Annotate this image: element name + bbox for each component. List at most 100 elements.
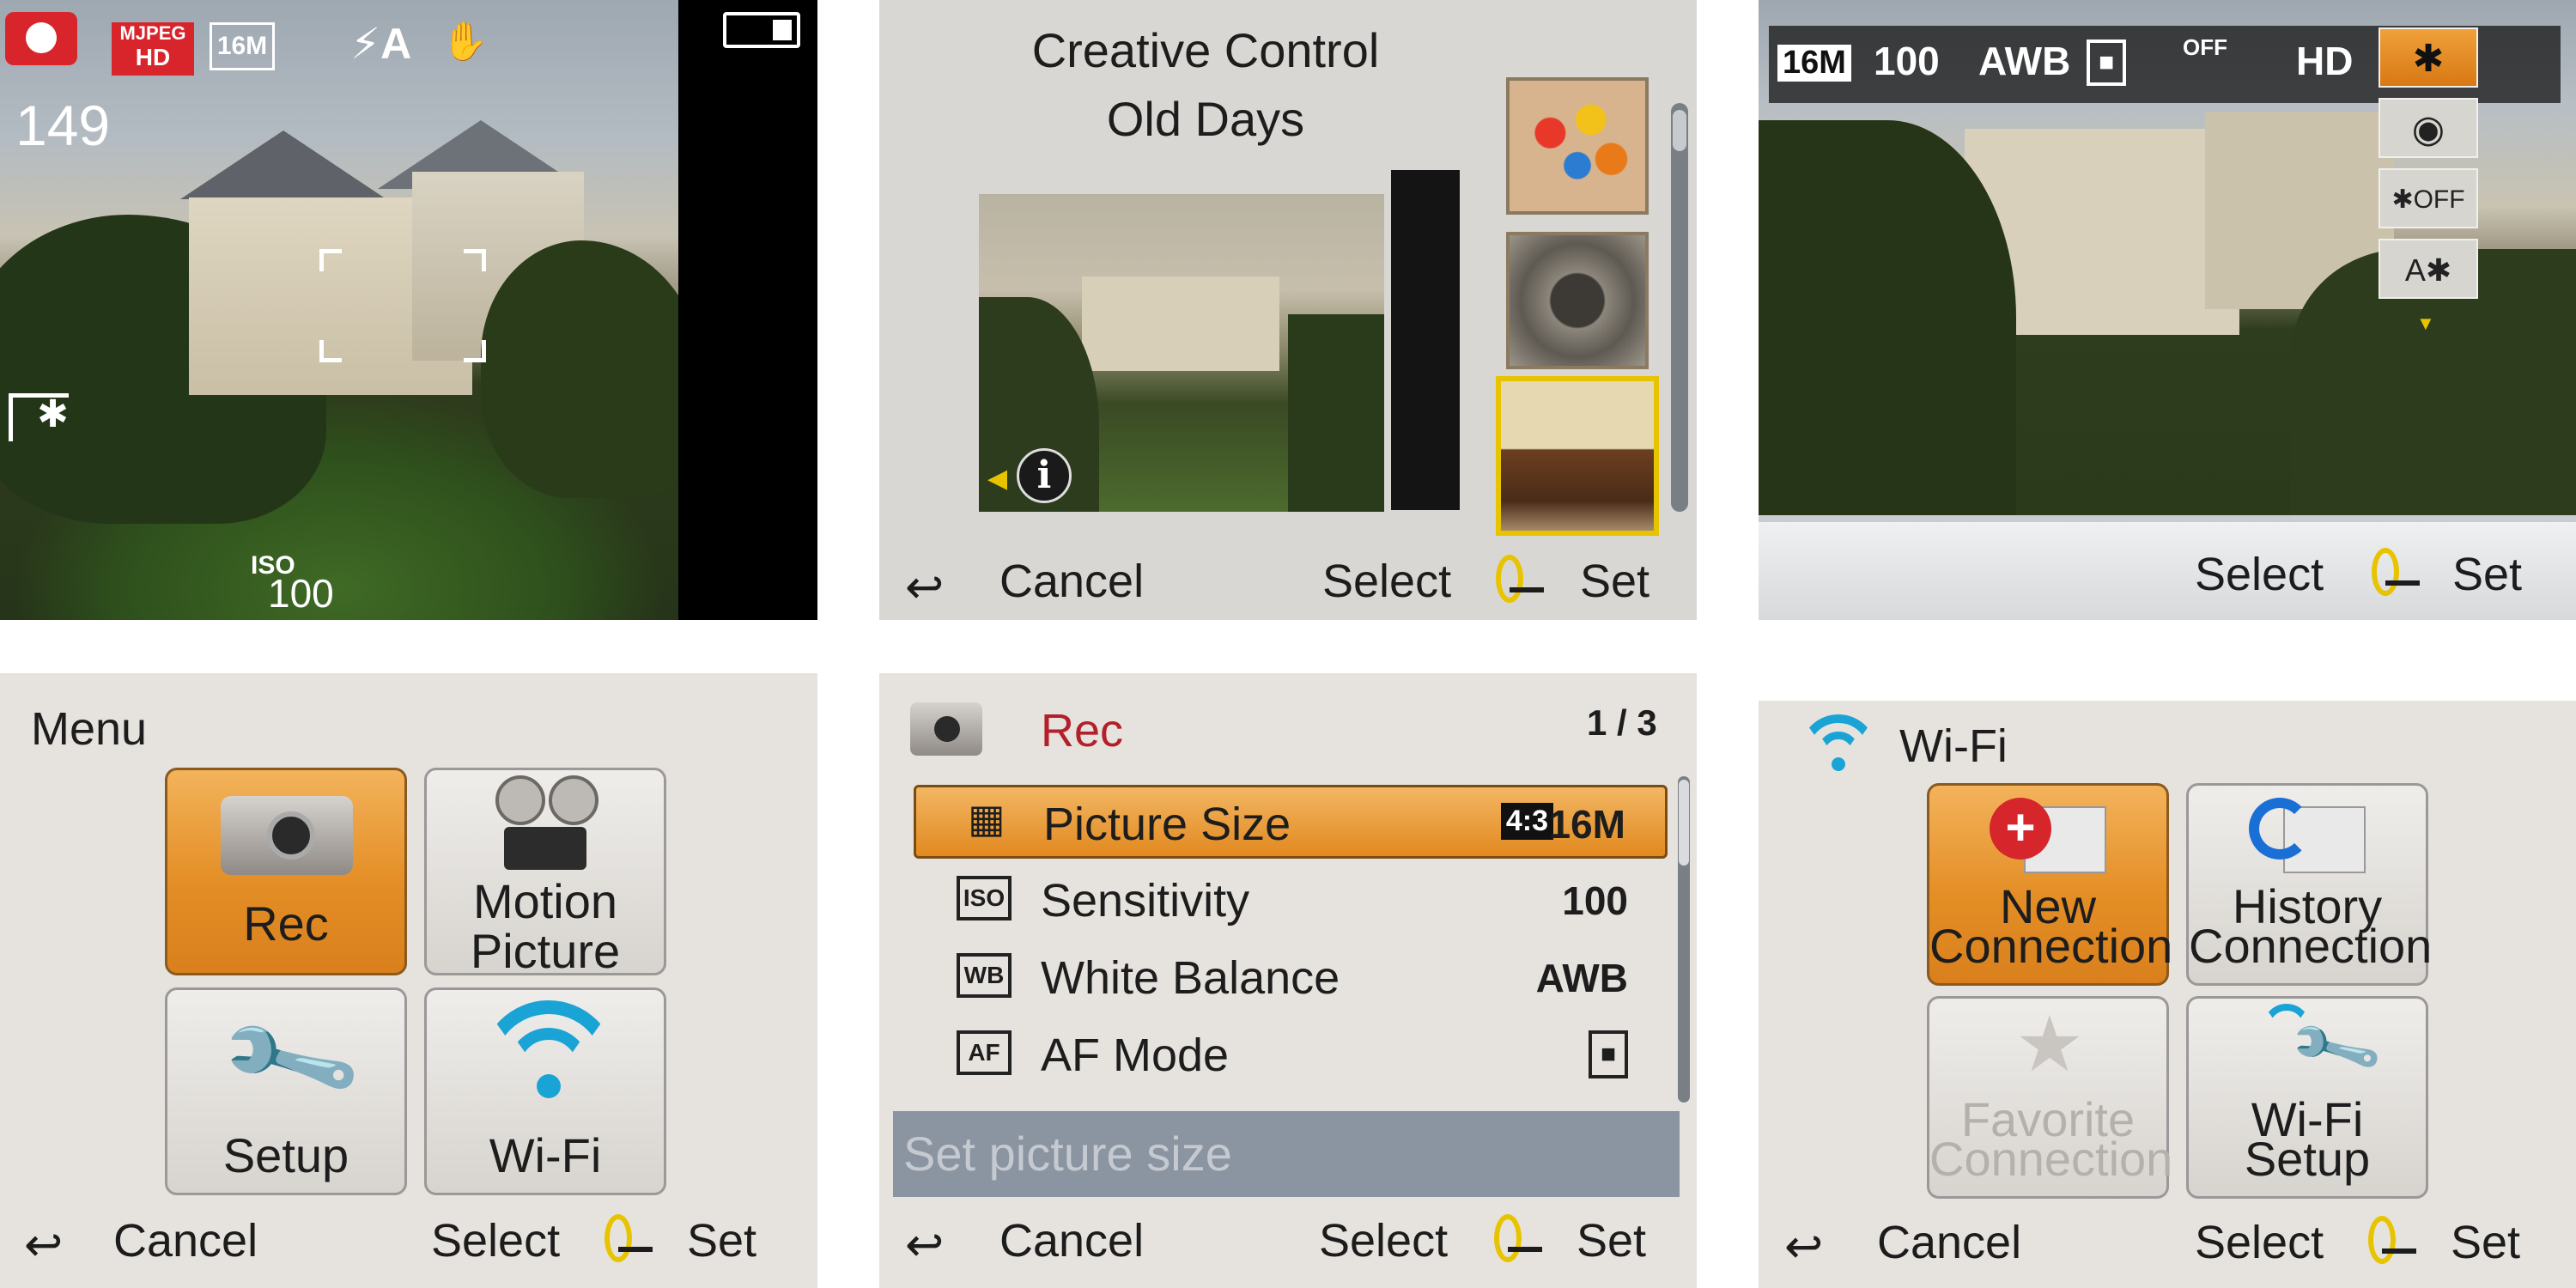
quick-item-burst[interactable]: OFF	[2183, 34, 2227, 61]
exposure-off-option[interactable]: ✱OFF	[2379, 168, 2478, 228]
info-icon[interactable]: i	[1017, 448, 1072, 503]
face-detect-option[interactable]: ◉	[2379, 98, 2478, 158]
scrollbar[interactable]	[1678, 776, 1690, 1103]
menu-row-picture-size[interactable]: ▦ Picture Size 4:3 16M	[914, 785, 1668, 859]
left-arrow-icon[interactable]: ◀	[987, 464, 1007, 494]
exposure-option-active[interactable]: ✱	[2379, 27, 2478, 88]
wifi-setup-tile[interactable]: 🔧 Wi-Fi Setup	[2186, 996, 2428, 1199]
menu-row-white-balance[interactable]: WB White Balance AWB	[914, 941, 1668, 1015]
effect-thumbnail[interactable]	[1506, 232, 1649, 369]
battery-icon	[723, 12, 800, 48]
quick-menu-panel: 16M 100 AWB ■ OFF HD ✱ ◉ ✱OFF A✱ ▼ Selec…	[1759, 0, 2576, 620]
quick-item-white-balance[interactable]: AWB	[1978, 38, 2070, 84]
footer-bar: Select Set	[1759, 515, 2576, 620]
shots-remaining: 149	[15, 94, 111, 157]
footer-bar: ↩ Cancel Select Set	[879, 543, 1697, 620]
aspect-ratio-badge: 4:3	[1500, 803, 1553, 840]
menu-row-af-mode[interactable]: AF AF Mode ■	[914, 1018, 1668, 1092]
set-button[interactable]: Set	[2451, 1216, 2520, 1269]
row-label: AF Mode	[1041, 1030, 1230, 1081]
quick-item-iso[interactable]: 100	[1874, 38, 1940, 84]
motion-picture-tile[interactable]: Motion Picture	[424, 768, 666, 978]
row-value: AWB	[1535, 956, 1628, 1000]
quick-item-af-mode[interactable]: ■	[2087, 39, 2127, 86]
flash-auto-icon: ⚡A	[350, 20, 412, 68]
intelligent-exposure-icon: ✱	[9, 393, 69, 441]
new-connection-tile[interactable]: + New Connection	[1927, 783, 2172, 986]
wifi-icon	[1800, 714, 1877, 783]
back-icon[interactable]: ↩	[905, 560, 944, 614]
menu-row-sensitivity[interactable]: ISO Sensitivity 100	[914, 864, 1668, 938]
setup-label: Setup	[222, 1128, 349, 1182]
effect-thumbnail-selected[interactable]	[1496, 376, 1659, 536]
cancel-button[interactable]: Cancel	[1877, 1216, 2021, 1269]
af-frame-corner	[464, 340, 486, 362]
history-connection-tile[interactable]: History Connection	[2186, 783, 2433, 986]
down-arrow-icon: ▼	[2416, 313, 2435, 334]
menu-title: Wi-Fi	[1899, 720, 2008, 772]
camera-icon	[221, 796, 353, 875]
set-button[interactable]: Set	[1580, 555, 1649, 608]
select-label: Select	[1319, 1215, 1449, 1267]
back-icon[interactable]: ↩	[905, 1218, 944, 1272]
back-icon[interactable]: ↩	[1784, 1219, 1823, 1273]
af-mode-icon: AF	[957, 1030, 1012, 1075]
af-frame-corner	[464, 249, 486, 271]
main-menu-panel: Menu Rec Motion Picture 🔧 Setup Wi-Fi ↩ …	[0, 673, 817, 1288]
row-label: White Balance	[1041, 952, 1340, 1004]
motion-picture-label: Motion Picture	[470, 874, 621, 978]
wrench-icon: 🔧	[212, 985, 368, 1137]
row-label: Sensitivity	[1041, 875, 1250, 927]
favorite-connection-tile: ★ Favorite Connection	[1927, 996, 2172, 1199]
footer-bar: ↩ Cancel Select Set	[879, 1202, 1697, 1288]
select-label: Select	[1322, 556, 1452, 607]
dpad-icon	[1475, 555, 1544, 606]
iso-icon: ISO	[957, 876, 1012, 920]
star-icon: ★	[2014, 1002, 2085, 1088]
set-button[interactable]: Set	[1577, 1214, 1646, 1267]
live-view-panel: MJPEG HD 16M ⚡A ✋ 149 ✱ ISO 100	[0, 0, 817, 620]
picture-size-icon: ▦	[968, 796, 1005, 841]
lcd-black-band	[678, 0, 817, 620]
roof	[180, 131, 386, 199]
screen-title: Creative Control	[1031, 23, 1380, 77]
select-label: Select	[2195, 549, 2324, 600]
exposure-auto-option[interactable]: A✱	[2379, 239, 2478, 299]
page-indicator: 1 / 3	[1587, 702, 1657, 743]
set-button[interactable]: Set	[2452, 548, 2522, 601]
rec-menu-panel: Rec 1 / 3 ▦ Picture Size 4:3 16M ISO Sen…	[879, 673, 1697, 1288]
row-value: 16M	[1548, 802, 1625, 847]
rec-tile[interactable]: Rec	[165, 768, 407, 975]
tile-label: History Connection	[2189, 879, 2433, 973]
add-connection-icon: +	[1990, 798, 2110, 880]
dpad-icon	[2351, 548, 2420, 599]
wifi-icon	[480, 1000, 617, 1112]
hedge	[481, 240, 704, 498]
history-icon	[2249, 798, 2369, 880]
row-label: Picture Size	[1043, 799, 1291, 850]
camera-mode-icon	[5, 12, 77, 65]
dpad-icon	[584, 1214, 653, 1266]
af-frame-corner	[319, 249, 342, 271]
cancel-button[interactable]: Cancel	[113, 1214, 258, 1267]
picture-size-icon: 16M	[210, 22, 275, 70]
wifi-label: Wi-Fi	[489, 1128, 602, 1182]
cancel-button[interactable]: Cancel	[999, 555, 1144, 608]
set-button[interactable]: Set	[687, 1214, 756, 1267]
setup-tile[interactable]: 🔧 Setup	[165, 986, 407, 1195]
effect-thumbnail[interactable]	[1506, 77, 1649, 215]
white-balance-icon: WB	[957, 953, 1012, 998]
iso-value: 100	[268, 571, 334, 616]
quick-item-video-quality[interactable]: HD	[2296, 38, 2353, 84]
scrollbar[interactable]	[1671, 103, 1688, 512]
af-frame-corner	[319, 340, 342, 362]
creative-control-panel: Creative Control Old Days i ◀ ↩ Cancel S…	[879, 0, 1697, 620]
select-label: Select	[2195, 1217, 2324, 1268]
dpad-icon	[1473, 1214, 1542, 1266]
wifi-tile[interactable]: Wi-Fi	[424, 987, 666, 1195]
menu-title: Rec	[1041, 705, 1124, 756]
cancel-button[interactable]: Cancel	[999, 1214, 1144, 1267]
quick-item-picture-size[interactable]: 16M	[1777, 45, 1851, 82]
movie-camera-icon	[487, 775, 607, 878]
back-icon[interactable]: ↩	[24, 1218, 63, 1272]
